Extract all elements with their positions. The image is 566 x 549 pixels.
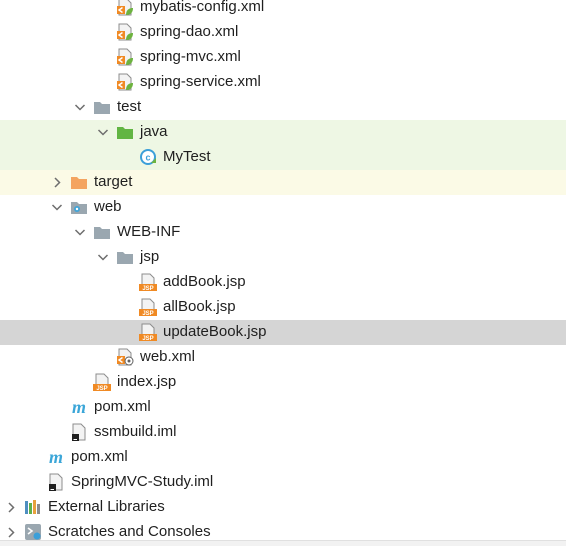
tree-node-allbook[interactable]: JSP allBook.jsp: [0, 295, 566, 320]
tree-node-webxml[interactable]: web.xml: [0, 345, 566, 370]
tree-node-springmvc-iml[interactable]: SpringMVC-Study.iml: [0, 470, 566, 495]
tree-node-label: SpringMVC-Study.iml: [71, 473, 214, 490]
chevron-right-icon[interactable]: [50, 170, 64, 195]
tree-node-label: ssmbuild.iml: [94, 423, 177, 440]
tree-node-label: External Libraries: [48, 498, 165, 515]
maven-icon: m: [70, 397, 88, 417]
tree-node-label: web.xml: [140, 348, 196, 365]
chevron-right-icon[interactable]: [4, 495, 18, 520]
web-xml-icon: [116, 348, 134, 366]
tree-node-label: updateBook.jsp: [163, 323, 267, 340]
tree-node-test[interactable]: test: [0, 95, 566, 120]
tree-node-java[interactable]: java: [0, 120, 566, 145]
tree-node-index[interactable]: JSP index.jsp: [0, 370, 566, 395]
svg-text:JSP: JSP: [142, 336, 153, 341]
excluded-folder-icon: [70, 173, 88, 191]
jsp-file-icon: JSP: [139, 323, 157, 342]
spring-xml-icon: [116, 48, 134, 66]
folder-icon: [116, 248, 134, 266]
web-folder-icon: [70, 198, 88, 216]
java-class-icon: c: [139, 148, 157, 166]
iml-file-icon: [47, 473, 65, 491]
library-icon: [24, 498, 42, 516]
svg-text:m: m: [72, 398, 86, 416]
tree-node-external-libraries[interactable]: External Libraries: [0, 495, 566, 520]
svg-text:JSP: JSP: [142, 286, 153, 291]
chevron-down-icon[interactable]: [73, 220, 87, 245]
tree-node-label: MyTest: [163, 148, 211, 165]
tree-node-label: addBook.jsp: [163, 273, 246, 290]
tree-node-mybatis-config[interactable]: mybatis-config.xml: [0, 0, 566, 20]
svg-text:c: c: [145, 153, 150, 163]
tree-node-label: java: [140, 123, 168, 140]
status-strip: [0, 540, 566, 546]
tree-node-label: Scratches and Consoles: [48, 523, 211, 540]
tree-node-target[interactable]: target: [0, 170, 566, 195]
tree-node-label: pom.xml: [71, 448, 128, 465]
tree-node-addbook[interactable]: JSP addBook.jsp: [0, 270, 566, 295]
svg-text:JSP: JSP: [142, 311, 153, 316]
tree-node-label: spring-service.xml: [140, 73, 261, 90]
svg-text:m: m: [49, 448, 63, 466]
project-tree: mybatis-config.xml spring-dao.xml spring-m…: [0, 0, 566, 545]
tree-node-label: target: [94, 173, 133, 190]
jsp-file-icon: JSP: [139, 298, 157, 317]
tree-node-spring-service[interactable]: spring-service.xml: [0, 70, 566, 95]
iml-file-icon: [70, 423, 88, 441]
spring-xml-icon: [116, 73, 134, 91]
spring-xml-icon: [116, 23, 134, 41]
tree-node-mytest[interactable]: c MyTest: [0, 145, 566, 170]
folder-icon: [93, 98, 111, 116]
tree-node-ssmbuild-iml[interactable]: ssmbuild.iml: [0, 420, 566, 445]
folder-icon: [93, 223, 111, 241]
tree-node-label: pom.xml: [94, 398, 151, 415]
jsp-file-icon: JSP: [93, 373, 111, 392]
test-source-folder-icon: [116, 123, 134, 141]
chevron-down-icon[interactable]: [96, 245, 110, 270]
tree-node-label: mybatis-config.xml: [140, 0, 265, 15]
spring-xml-icon: [116, 0, 134, 16]
tree-node-label: web: [94, 198, 122, 215]
jsp-file-icon: JSP: [139, 273, 157, 292]
scratches-icon: [24, 523, 42, 541]
tree-node-label: jsp: [140, 248, 160, 265]
tree-node-label: index.jsp: [117, 373, 177, 390]
tree-node-jsp[interactable]: jsp: [0, 245, 566, 270]
tree-node-spring-mvc[interactable]: spring-mvc.xml: [0, 45, 566, 70]
chevron-down-icon[interactable]: [73, 95, 87, 120]
tree-node-label: spring-mvc.xml: [140, 48, 241, 65]
tree-node-label: test: [117, 98, 142, 115]
tree-node-spring-dao[interactable]: spring-dao.xml: [0, 20, 566, 45]
tree-node-updatebook[interactable]: JSP updateBook.jsp: [0, 320, 566, 345]
chevron-down-icon[interactable]: [50, 195, 64, 220]
tree-node-label: spring-dao.xml: [140, 23, 239, 40]
chevron-down-icon[interactable]: [96, 120, 110, 145]
tree-node-pom-module[interactable]: m pom.xml: [0, 395, 566, 420]
tree-node-pom-root[interactable]: m pom.xml: [0, 445, 566, 470]
maven-icon: m: [47, 447, 65, 467]
tree-node-web[interactable]: web: [0, 195, 566, 220]
tree-node-label: WEB-INF: [117, 223, 181, 240]
svg-text:JSP: JSP: [96, 386, 107, 391]
tree-node-web-inf[interactable]: WEB-INF: [0, 220, 566, 245]
tree-node-label: allBook.jsp: [163, 298, 236, 315]
